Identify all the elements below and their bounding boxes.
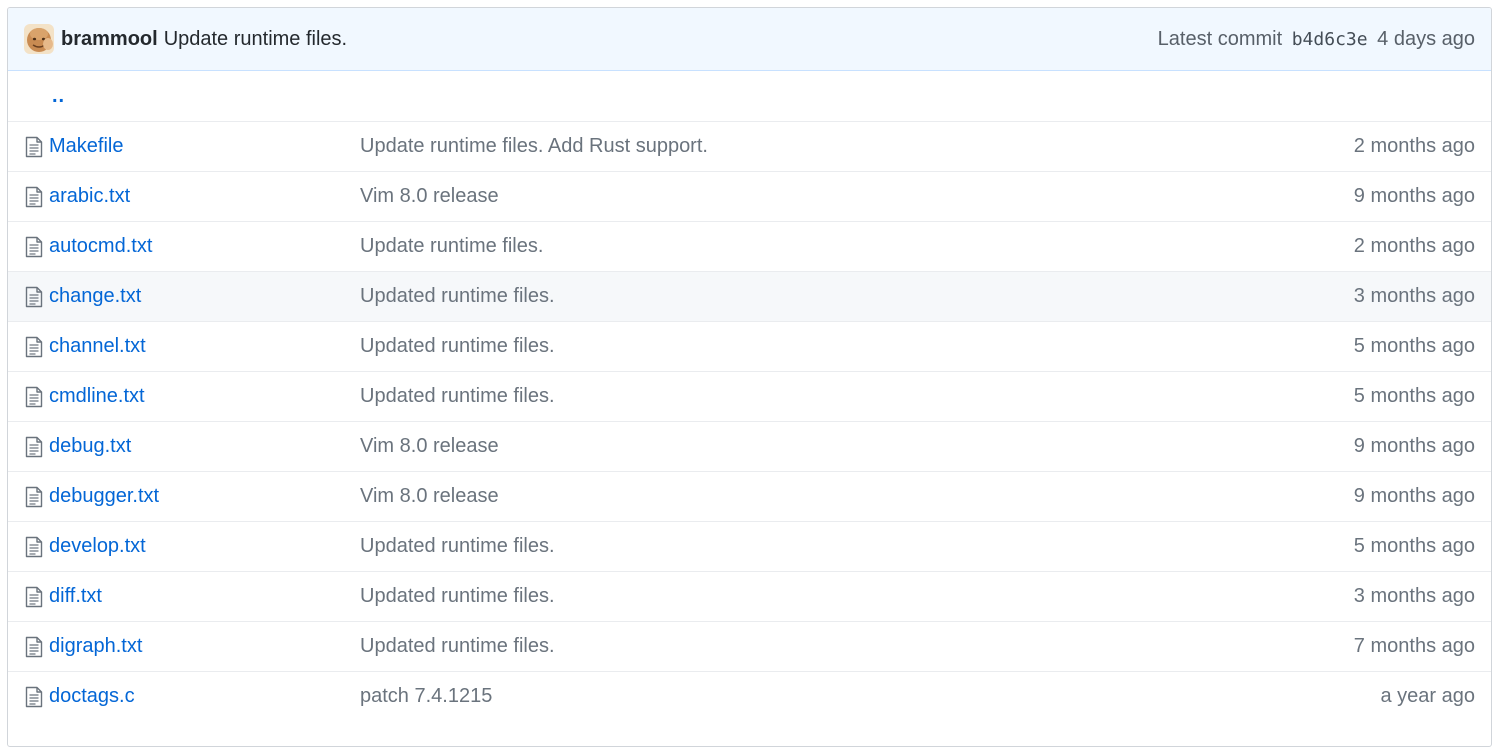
file-icon bbox=[25, 436, 43, 457]
file-age: 5 months ago bbox=[1353, 335, 1475, 357]
file-row: digraph.txt Updated runtime files. 7 mon… bbox=[8, 621, 1491, 671]
file-icon bbox=[25, 536, 43, 557]
file-row: doctags.c patch 7.4.1215 a year ago bbox=[8, 671, 1491, 721]
file-commit-message-link[interactable]: Update runtime files. Add Rust support. bbox=[360, 135, 708, 157]
file-age: 3 months ago bbox=[1353, 285, 1475, 307]
file-icon bbox=[25, 136, 43, 157]
file-age: 7 months ago bbox=[1353, 635, 1475, 657]
commit-author-link[interactable]: brammool bbox=[61, 28, 158, 51]
file-name-link[interactable]: arabic.txt bbox=[49, 185, 130, 207]
file-icon bbox=[25, 186, 43, 207]
file-commit-message-link[interactable]: Updated runtime files. bbox=[360, 535, 555, 557]
file-name-link[interactable]: digraph.txt bbox=[49, 635, 142, 657]
file-name-link[interactable]: debugger.txt bbox=[49, 485, 159, 507]
file-age: 5 months ago bbox=[1353, 385, 1475, 407]
file-age: 9 months ago bbox=[1353, 485, 1475, 507]
file-name-link[interactable]: Makefile bbox=[49, 135, 123, 157]
file-icon bbox=[25, 236, 43, 257]
file-commit-message-link[interactable]: Updated runtime files. bbox=[360, 385, 555, 407]
file-name-link[interactable]: doctags.c bbox=[49, 685, 135, 707]
file-row: diff.txt Updated runtime files. 3 months… bbox=[8, 571, 1491, 621]
file-row: develop.txt Updated runtime files. 5 mon… bbox=[8, 521, 1491, 571]
file-row: channel.txt Updated runtime files. 5 mon… bbox=[8, 321, 1491, 371]
file-commit-message-link[interactable]: Vim 8.0 release bbox=[360, 435, 499, 457]
file-commit-message-link[interactable]: Update runtime files. bbox=[360, 235, 543, 257]
latest-commit-bar: brammool Update runtime files. Latest co… bbox=[8, 8, 1491, 71]
file-row: debugger.txt Vim 8.0 release 9 months ag… bbox=[8, 471, 1491, 521]
file-age: 2 months ago bbox=[1353, 135, 1475, 157]
file-row: change.txt Updated runtime files. 3 mont… bbox=[8, 271, 1491, 321]
commit-age: 4 days ago bbox=[1377, 27, 1475, 50]
file-name-link[interactable]: cmdline.txt bbox=[49, 385, 145, 407]
file-row: debug.txt Vim 8.0 release 9 months ago bbox=[8, 421, 1491, 471]
file-table: brammool Update runtime files. Latest co… bbox=[7, 7, 1492, 747]
file-commit-message-link[interactable]: Vim 8.0 release bbox=[360, 485, 499, 507]
latest-commit-info: Latest commit b4d6c3e 4 days ago bbox=[1158, 28, 1475, 51]
file-row: arabic.txt Vim 8.0 release 9 months ago bbox=[8, 171, 1491, 221]
author-avatar[interactable] bbox=[24, 24, 54, 54]
file-age: 5 months ago bbox=[1353, 535, 1475, 557]
file-icon bbox=[25, 286, 43, 307]
file-age: 2 months ago bbox=[1353, 235, 1475, 257]
file-age: 3 months ago bbox=[1353, 585, 1475, 607]
file-age: 9 months ago bbox=[1353, 435, 1475, 457]
file-icon bbox=[25, 386, 43, 407]
file-commit-message-link[interactable]: Updated runtime files. bbox=[360, 585, 555, 607]
parent-directory-link[interactable]: .. bbox=[8, 85, 65, 108]
file-commit-message-link[interactable]: Updated runtime files. bbox=[360, 285, 555, 307]
file-name-link[interactable]: diff.txt bbox=[49, 585, 102, 607]
file-icon bbox=[25, 586, 43, 607]
file-list: Makefile Update runtime files. Add Rust … bbox=[8, 121, 1491, 721]
file-age: a year ago bbox=[1380, 685, 1475, 707]
file-name-link[interactable]: channel.txt bbox=[49, 335, 146, 357]
file-icon bbox=[25, 636, 43, 657]
file-commit-message-link[interactable]: Updated runtime files. bbox=[360, 635, 555, 657]
commit-message-link[interactable]: Update runtime files. bbox=[164, 28, 347, 51]
file-name-link[interactable]: autocmd.txt bbox=[49, 235, 152, 257]
file-name-link[interactable]: change.txt bbox=[49, 285, 141, 307]
file-row: Makefile Update runtime files. Add Rust … bbox=[8, 121, 1491, 171]
commit-sha-link[interactable]: b4d6c3e bbox=[1292, 29, 1368, 50]
parent-directory-row: .. bbox=[8, 71, 1491, 121]
file-row: autocmd.txt Update runtime files. 2 mont… bbox=[8, 221, 1491, 271]
file-age: 9 months ago bbox=[1353, 185, 1475, 207]
file-row: cmdline.txt Updated runtime files. 5 mon… bbox=[8, 371, 1491, 421]
file-commit-message-link[interactable]: patch 7.4.1215 bbox=[360, 685, 492, 707]
file-icon bbox=[25, 336, 43, 357]
file-icon bbox=[25, 686, 43, 707]
file-name-link[interactable]: develop.txt bbox=[49, 535, 146, 557]
latest-commit-label: Latest commit bbox=[1157, 27, 1283, 50]
file-commit-message-link[interactable]: Vim 8.0 release bbox=[360, 185, 499, 207]
file-icon bbox=[25, 486, 43, 507]
file-name-link[interactable]: debug.txt bbox=[49, 435, 131, 457]
file-commit-message-link[interactable]: Updated runtime files. bbox=[360, 335, 555, 357]
